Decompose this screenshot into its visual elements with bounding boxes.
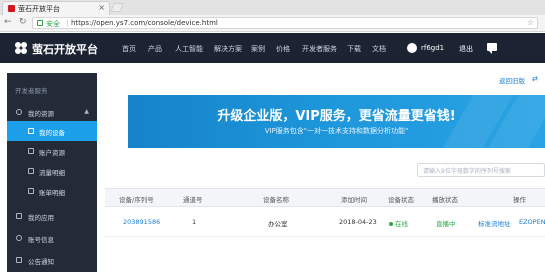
bill-icon xyxy=(28,188,34,194)
device-status-cell: 在线 xyxy=(389,218,408,228)
column-header: 设备名称 xyxy=(263,196,289,204)
app-header: 萤石开放平台 首页 产品 人工智能 解决方案 案例 价格 开发者服务 下载 文档… xyxy=(0,33,545,63)
sidebar-item-label: 账号信息 xyxy=(28,236,54,244)
nav-ai[interactable]: 人工智能 xyxy=(175,44,203,54)
nav-solutions[interactable]: 解决方案 xyxy=(214,44,242,54)
lock-icon xyxy=(37,20,43,26)
device-serial-link[interactable]: 203891586 xyxy=(123,218,160,226)
url-bar[interactable]: 安全 | https://open.ys7.com/console/device… xyxy=(32,17,538,29)
ezopen-link[interactable]: EZOPEN xyxy=(519,218,545,226)
sidebar-item-my-devices[interactable]: 我的设备 xyxy=(7,121,97,141)
url-separator: | xyxy=(66,19,69,27)
sidebar-item-account-info[interactable]: 账号信息 xyxy=(7,228,97,248)
sidebar-group-my-resources[interactable]: 我的资源 ▲ xyxy=(7,102,97,122)
account-icon xyxy=(16,235,22,241)
ezviz-logo-icon[interactable] xyxy=(14,41,28,55)
logout-link[interactable]: 退出 xyxy=(459,44,473,54)
sidebar-item-label: 账单明细 xyxy=(39,189,65,197)
nav-products[interactable]: 产品 xyxy=(148,44,162,54)
sidebar-item-label: 我的应用 xyxy=(28,214,54,222)
banner-title: 升级企业版，VIP服务，更省流量更省钱! xyxy=(217,109,456,124)
device-table-header: 设备/序列号 通道号 设备名称 添加时间 设备状态 播放状态 操作 xyxy=(105,188,545,207)
chevron-up-icon: ▲ xyxy=(84,108,89,115)
back-arrow-icon[interactable]: ← xyxy=(4,17,12,27)
sidebar-item-label: 公告通知 xyxy=(28,258,54,266)
search-placeholder: 请输入9位字母数字的序列号搜索 xyxy=(423,168,511,175)
vip-promo-banner[interactable]: 升级企业版，VIP服务，更省流量更省钱! VIP服务包含"一对一技术支持和数据分… xyxy=(128,95,545,148)
browser-tab-strip: 萤石开放平台 × xyxy=(0,0,545,15)
new-tab-button[interactable] xyxy=(110,3,124,12)
play-status-cell: 直播中 xyxy=(436,220,456,228)
user-avatar-icon[interactable] xyxy=(407,43,417,53)
resources-icon xyxy=(16,109,22,115)
tab-title: 萤石开放平台 xyxy=(18,5,60,13)
app-window: 萤石开放平台 × ← ↻ 安全 | https://open.ys7.com/c… xyxy=(0,0,545,272)
column-header: 操作 xyxy=(513,196,526,204)
switch-icon[interactable]: ⇄ xyxy=(532,75,538,83)
column-header: 设备状态 xyxy=(388,196,414,204)
user-name[interactable]: rf6gd1 xyxy=(421,44,444,52)
nav-download[interactable]: 下载 xyxy=(347,44,361,54)
bookmark-star-icon[interactable]: ☆ xyxy=(527,18,534,27)
sidebar-item-my-apps[interactable]: 我的应用 xyxy=(7,206,97,226)
favicon-icon xyxy=(8,5,15,12)
added-time-cell: 2018-04-23 xyxy=(339,218,377,226)
sidebar: 开发者服务 我的资源 ▲ 我的设备 账户资源 流量明细 账单明细 我的应用 账号… xyxy=(7,73,97,272)
traffic-icon xyxy=(28,168,34,174)
reload-icon[interactable]: ↻ xyxy=(19,17,27,27)
nav-home[interactable]: 首页 xyxy=(122,44,136,54)
sidebar-item-account-resources[interactable]: 账户资源 xyxy=(7,141,97,161)
nav-pricing[interactable]: 价格 xyxy=(276,44,290,54)
notice-icon xyxy=(16,257,22,263)
apps-icon xyxy=(16,213,22,219)
online-dot-icon xyxy=(389,222,393,226)
tab-close-icon[interactable]: × xyxy=(98,3,105,12)
browser-tab[interactable]: 萤石开放平台 × xyxy=(2,1,110,15)
device-name-cell: 办公室 xyxy=(268,220,288,228)
column-header: 播放状态 xyxy=(432,196,458,204)
chart-icon xyxy=(28,148,34,154)
address-bar-row: ← ↻ 安全 | https://open.ys7.com/console/de… xyxy=(0,15,545,32)
device-search-input[interactable]: 请输入9位字母数字的序列号搜索 xyxy=(417,163,545,177)
sidebar-item-label: 账户资源 xyxy=(39,149,65,157)
banner-subtitle: VIP服务包含"一对一技术支持和数据分析功能" xyxy=(264,127,409,135)
message-icon[interactable] xyxy=(487,43,497,54)
standard-stream-link[interactable]: 标准流地址 xyxy=(478,218,511,228)
table-row: 203891586 1 办公室 2018-04-23 在线 直播中 标准流地址 … xyxy=(105,207,545,237)
nav-docs[interactable]: 文档 xyxy=(372,44,386,54)
logo-text[interactable]: 萤石开放平台 xyxy=(32,41,98,57)
device-status-text: 在线 xyxy=(395,220,408,228)
sidebar-item-label: 流量明细 xyxy=(39,169,65,177)
column-header: 添加时间 xyxy=(341,196,367,204)
url-text[interactable]: https://open.ys7.com/console/device.html xyxy=(71,19,218,27)
back-to-old-version-link[interactable]: 返回旧版 xyxy=(499,75,525,85)
nav-developer-services[interactable]: 开发者服务 xyxy=(302,44,337,54)
sidebar-item-bill-details[interactable]: 账单明细 xyxy=(7,181,97,201)
secure-label: 安全 xyxy=(46,20,60,28)
device-icon xyxy=(28,128,34,134)
sidebar-item-notices[interactable]: 公告通知 xyxy=(7,250,97,270)
nav-cases[interactable]: 案例 xyxy=(251,44,265,54)
column-header: 设备/序列号 xyxy=(119,196,154,204)
sidebar-group-label: 我的资源 xyxy=(28,110,54,118)
column-header: 通道号 xyxy=(183,196,203,204)
channel-cell: 1 xyxy=(192,218,197,226)
sidebar-item-label: 我的设备 xyxy=(39,129,65,137)
sidebar-section-title: 开发者服务 xyxy=(15,87,48,95)
sidebar-item-traffic-details[interactable]: 流量明细 xyxy=(7,161,97,181)
